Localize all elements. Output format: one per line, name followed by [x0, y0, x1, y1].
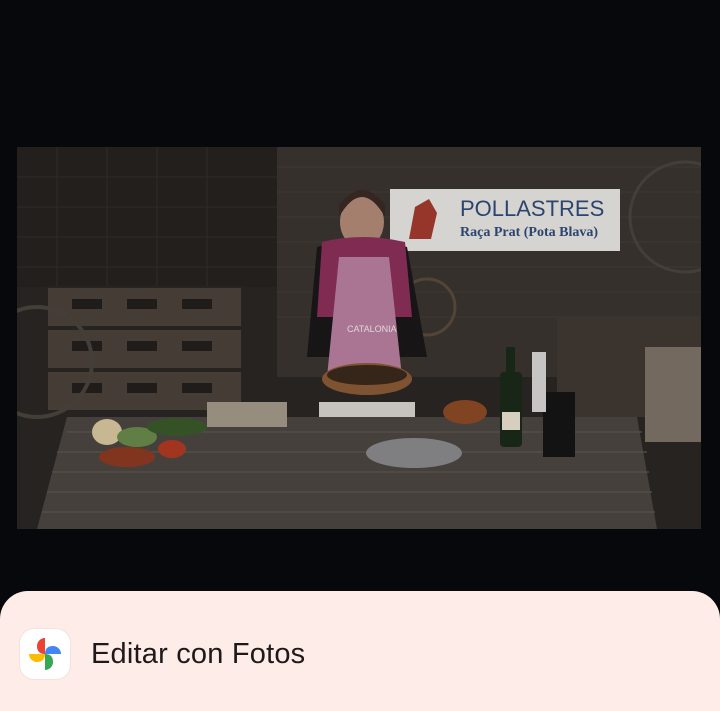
edit-with-photos-label: Editar con Fotos	[91, 637, 306, 670]
share-sheet: Editar con Fotos	[0, 591, 720, 711]
video-preview[interactable]: POLLASTRES Raça Prat (Pota Blava) CATALO…	[17, 147, 701, 529]
google-photos-icon	[20, 629, 70, 679]
video-dim-overlay	[17, 147, 701, 529]
top-black-area	[0, 0, 720, 147]
edit-with-photos-option[interactable]: Editar con Fotos	[20, 629, 305, 679]
